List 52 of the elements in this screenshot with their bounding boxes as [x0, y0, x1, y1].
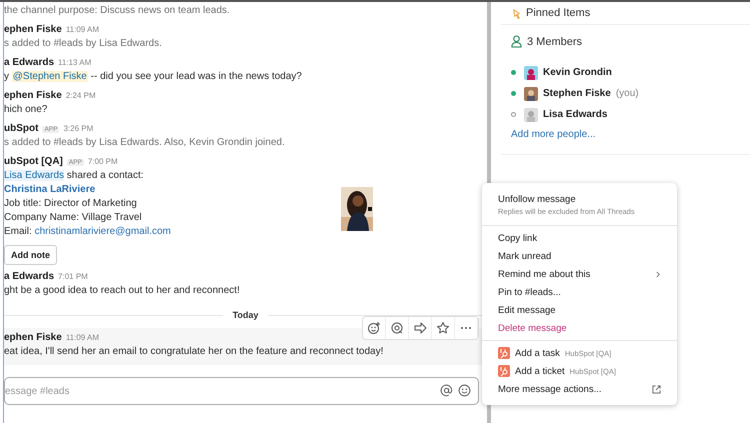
message-text: eat idea, I'll send her an email to congratulate her on the feature and reconnect today!: [4, 345, 384, 359]
person-icon: [511, 35, 522, 48]
menu-item[interactable]: Edit message: [482, 301, 677, 319]
app-icon: [498, 365, 510, 377]
menu-item[interactable]: Copy link: [482, 229, 677, 247]
timestamp[interactable]: 2:24 PM: [66, 91, 96, 100]
message-text: y @Stephen Fiske -- did you see your lead was in the news today?: [4, 70, 303, 84]
avatar-icon: [524, 108, 538, 122]
message-input[interactable]: essage #leads: [4, 377, 479, 405]
message-text: s added to #leads by Lisa Edwards.: [4, 37, 163, 51]
author-name[interactable]: ubSpot [QA]: [4, 156, 63, 167]
add-people-link[interactable]: Add more people...: [511, 129, 596, 140]
member-name[interactable]: Kevin Grondin: [543, 67, 612, 78]
emoji-icon[interactable]: [458, 384, 471, 397]
menu-item[interactable]: Pin to #leads...: [482, 283, 677, 301]
message-text: the channel purpose: Discuss news on team leads.: [4, 4, 231, 18]
message-text: s added to #leads by Lisa Edwards. Also, Kevin Grondin joined.: [4, 136, 286, 150]
message-text: hich one?: [4, 103, 48, 117]
author-name[interactable]: ubSpot: [4, 123, 38, 134]
contact-field: Company Name: Village Travel: [4, 211, 142, 225]
contact-name[interactable]: Christina LaRiviere: [4, 183, 96, 197]
app-icon: [498, 347, 510, 359]
section-title[interactable]: Pinned Items: [526, 7, 590, 19]
timestamp[interactable]: 11:09 AM: [66, 25, 100, 34]
menu-item[interactable]: Remind me about this: [482, 265, 677, 283]
menu-item[interactable]: Mark unread: [482, 247, 677, 265]
avatar-icon: [524, 86, 538, 100]
timestamp[interactable]: 11:13 AM: [58, 58, 92, 67]
contact-field: Job title: Director of Marketing: [4, 197, 137, 211]
author-name[interactable]: ephen Fiske: [4, 332, 62, 343]
message-text: Lisa Edwards shared a contact:: [4, 169, 145, 183]
external-link-icon: [652, 384, 661, 394]
author-name[interactable]: ephen Fiske: [4, 90, 62, 101]
date-divider: Today: [232, 310, 258, 320]
author-name[interactable]: ephen Fiske: [4, 24, 62, 35]
timestamp[interactable]: 7:00 PM: [88, 157, 118, 166]
email-label: Email:: [4, 226, 33, 237]
section-title[interactable]: 3 Members: [527, 36, 582, 48]
author-name[interactable]: a Edwards: [4, 57, 54, 68]
author-name[interactable]: a Edwards: [4, 271, 54, 282]
member-name[interactable]: Lisa Edwards: [543, 109, 608, 120]
timestamp[interactable]: 3:26 PM: [63, 124, 94, 133]
message-text: ght be a good idea to reach out to her and reconnect!: [4, 284, 241, 298]
mention-icon[interactable]: [440, 384, 453, 397]
timestamp[interactable]: 7:01 PM: [58, 272, 88, 281]
email-link[interactable]: christinamlariviere@gmail.com: [34, 226, 171, 237]
you-label: (you): [616, 88, 639, 99]
menu-item[interactable]: More message actions...: [482, 380, 677, 398]
add-note-button[interactable]: Add note: [4, 245, 57, 265]
avatar-icon: [524, 66, 538, 80]
member-name[interactable]: Stephen Fiske: [543, 88, 611, 99]
chevron-icon: [656, 270, 661, 278]
